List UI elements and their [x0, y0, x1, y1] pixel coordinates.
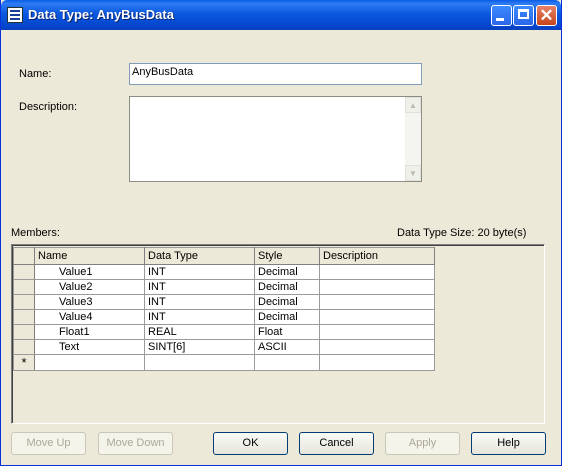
ok-button[interactable]: OK: [213, 432, 288, 455]
column-header-data-type[interactable]: Data Type: [144, 247, 255, 265]
new-row-asterisk-icon: *: [13, 354, 35, 371]
member-style-cell[interactable]: Decimal: [254, 294, 320, 310]
row-selector[interactable]: [13, 324, 35, 340]
table-row[interactable]: Text SINT[6] ASCII: [13, 339, 435, 355]
name-label: Name:: [19, 68, 52, 80]
scroll-up-icon[interactable]: ▲: [405, 97, 421, 113]
member-description-cell[interactable]: [319, 309, 435, 325]
table-row[interactable]: Value3 INT Decimal: [13, 294, 435, 310]
new-member-type-cell[interactable]: [144, 354, 255, 371]
member-type-cell[interactable]: INT: [144, 279, 255, 295]
header-corner: [13, 247, 35, 265]
move-up-button[interactable]: Move Up: [11, 432, 86, 455]
member-style-cell[interactable]: ASCII: [254, 339, 320, 355]
column-header-description[interactable]: Description: [319, 247, 435, 265]
row-selector[interactable]: [13, 279, 35, 295]
column-header-style[interactable]: Style: [254, 247, 320, 265]
row-selector[interactable]: [13, 339, 35, 355]
help-button[interactable]: Help: [471, 432, 546, 455]
move-down-button[interactable]: Move Down: [98, 432, 173, 455]
member-type-cell[interactable]: INT: [144, 294, 255, 310]
member-name-cell[interactable]: Text: [34, 339, 145, 355]
table-row[interactable]: Value1 INT Decimal: [13, 264, 435, 280]
member-name-cell[interactable]: Float1: [34, 324, 145, 340]
members-label: Members:: [11, 227, 60, 239]
member-description-cell[interactable]: [319, 339, 435, 355]
cancel-button[interactable]: Cancel: [299, 432, 374, 455]
window-title: Data Type: AnyBusData: [28, 7, 174, 22]
column-header-name[interactable]: Name: [34, 247, 145, 265]
maximize-button[interactable]: [513, 5, 534, 26]
member-name-cell[interactable]: Value3: [34, 294, 145, 310]
member-name-cell[interactable]: Value1: [34, 264, 145, 280]
minimize-button[interactable]: [491, 5, 512, 26]
member-type-cell[interactable]: INT: [144, 264, 255, 280]
name-value: AnyBusData: [132, 66, 194, 78]
maximize-icon: [518, 9, 529, 19]
description-label: Description:: [19, 101, 78, 113]
new-member-style-cell[interactable]: [254, 354, 320, 371]
member-description-cell[interactable]: [319, 264, 435, 280]
scroll-down-icon[interactable]: ▼: [405, 165, 421, 181]
member-type-cell[interactable]: INT: [144, 309, 255, 325]
new-member-description-cell[interactable]: [319, 354, 435, 371]
new-member-row[interactable]: *: [13, 354, 435, 371]
member-type-cell[interactable]: SINT[6]: [144, 339, 255, 355]
members-grid[interactable]: Name Data Type Style Description Value1 …: [11, 244, 545, 424]
member-style-cell[interactable]: Decimal: [254, 309, 320, 325]
table-row[interactable]: Float1 REAL Float: [13, 324, 435, 340]
member-description-cell[interactable]: [319, 294, 435, 310]
close-icon: ✕: [539, 6, 554, 25]
data-type-size-label: Data Type Size: 20 byte(s): [397, 227, 527, 239]
members-table: Name Data Type Style Description Value1 …: [13, 247, 435, 371]
row-selector[interactable]: [13, 309, 35, 325]
row-selector[interactable]: [13, 264, 35, 280]
name-input[interactable]: AnyBusData: [129, 63, 422, 85]
member-style-cell[interactable]: Decimal: [254, 279, 320, 295]
table-row[interactable]: Value4 INT Decimal: [13, 309, 435, 325]
member-style-cell[interactable]: Float: [254, 324, 320, 340]
member-name-cell[interactable]: Value4: [34, 309, 145, 325]
new-member-name-cell[interactable]: [34, 354, 145, 371]
member-type-cell[interactable]: REAL: [144, 324, 255, 340]
description-input[interactable]: ▲ ▼: [129, 96, 422, 182]
member-description-cell[interactable]: [319, 324, 435, 340]
member-name-cell[interactable]: Value2: [34, 279, 145, 295]
row-selector[interactable]: [13, 294, 35, 310]
data-type-dialog: Data Type: AnyBusData ✕ Name: AnyBusData…: [0, 0, 562, 466]
apply-button[interactable]: Apply: [385, 432, 460, 455]
title-bar[interactable]: Data Type: AnyBusData ✕: [1, 0, 561, 30]
member-style-cell[interactable]: Decimal: [254, 264, 320, 280]
close-button[interactable]: ✕: [536, 5, 557, 26]
table-row[interactable]: Value2 INT Decimal: [13, 279, 435, 295]
table-header: Name Data Type Style Description: [13, 247, 435, 265]
description-scrollbar[interactable]: ▲ ▼: [405, 97, 421, 181]
member-description-cell[interactable]: [319, 279, 435, 295]
minimize-icon: [496, 18, 504, 21]
app-icon: [7, 7, 23, 23]
